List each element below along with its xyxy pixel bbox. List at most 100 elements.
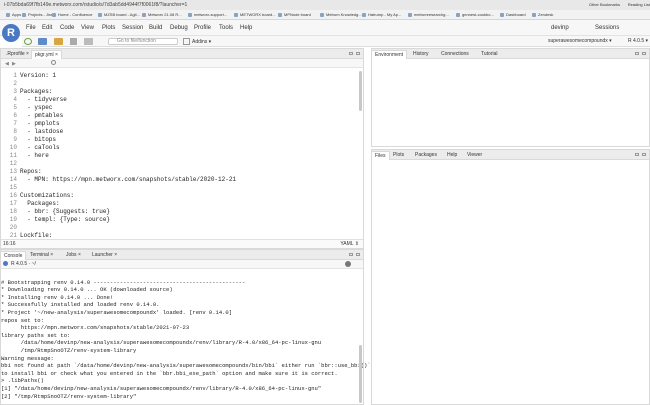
code-line[interactable]: - bbr: {Suggests: true} [20,208,110,216]
code-line[interactable]: - MPN: https://mpn.metworx.com/snapshots… [20,176,236,184]
back-icon[interactable]: ◀ [5,61,9,67]
open-file-icon[interactable] [54,38,63,45]
other-bookmarks[interactable]: Other Bookmarks [589,1,620,9]
bookmark-item[interactable]: Projects - Jira [22,11,52,19]
menu-tools[interactable]: Tools [219,25,233,31]
tab-tutorial[interactable]: Tutorial [478,50,501,59]
user-menu[interactable]: devinp [551,25,569,31]
menu-build[interactable]: Build [149,25,162,31]
maximize-files-icon[interactable] [642,153,646,156]
minimize-files-icon[interactable] [635,153,639,156]
bookmark-item[interactable]: METWORX board... [234,11,276,19]
bookmark-item[interactable]: Home - Confluence [52,11,92,19]
user-label: devinp [551,25,569,31]
bookmark-item[interactable]: MZSB board - Agil... [98,11,140,19]
code-line[interactable]: - caTools [20,144,59,152]
save-icon[interactable] [70,38,77,45]
tab-history[interactable]: History [410,50,432,59]
goto-file-input[interactable]: Go to file/function [108,38,178,45]
minimize-editor-icon[interactable] [349,52,353,55]
new-project-icon[interactable] [38,38,47,45]
menu-profile[interactable]: Profile [194,25,211,31]
bookmark-item[interactable]: Apps [6,11,21,19]
tab-environment[interactable]: Environment [371,50,408,59]
bookmark-item[interactable]: MPNode board [278,11,311,19]
console-scrollbar[interactable] [359,345,362,403]
code-line[interactable]: - bitops [20,136,56,144]
line-number: 1 [13,72,17,79]
clear-console-icon[interactable] [345,261,351,267]
menu-help[interactable]: Help [240,25,252,31]
addins-label: Addins [192,39,208,45]
reading-list[interactable]: Reading List [628,1,650,9]
bookmark-item[interactable]: metrumresearchg... [408,11,449,19]
code-line[interactable]: Packages: [20,200,59,208]
browser-url[interactable]: i-07b5bda69f7fb149e.metworx.com/rstudio/… [0,1,187,9]
tab-jobs-label: Jobs [66,252,77,258]
addins-menu[interactable]: Addins ▾ [192,39,211,45]
code-line[interactable]: - yspec [20,104,52,112]
tab-terminal[interactable]: Terminal × [27,251,56,260]
code-line[interactable]: - tidyverse [20,96,67,104]
bookmark-item[interactable]: gennest-cookbo... [456,11,494,19]
tab-rprofile-label: .Rprofile [6,51,25,57]
menu-debug[interactable]: Debug [170,25,188,31]
menu-file[interactable]: File [26,25,36,31]
code-line[interactable]: Version: 1 [20,72,56,80]
tab-launcher[interactable]: Launcher × [89,251,120,260]
line-number: 5 [13,104,17,111]
tab-files[interactable]: Files [371,151,390,160]
line-number: 6 [13,112,17,119]
project-menu[interactable]: superawesomecompoundx ▾ [548,38,612,44]
menu-plots[interactable]: Plots [102,25,115,31]
r-version[interactable]: R 4.0.5 ▾ [628,38,648,44]
console-working-dir[interactable]: R 4.0.5 · ~/ [11,261,36,267]
forward-icon[interactable]: ▶ [12,61,16,67]
r-version-label: R 4.0.5 [628,38,645,44]
menu-view[interactable]: View [81,25,94,31]
bookmark-item[interactable]: Metworx 21.08 R... [142,11,182,19]
code-line[interactable]: - lastdose [20,128,63,136]
code-line[interactable]: Repos: [20,168,42,176]
tab-pkgr-yml[interactable]: pkgr.yml × [31,50,62,59]
tab-packages[interactable]: Packages [412,151,440,160]
tab-console[interactable]: Console [0,251,27,260]
bookmark-item[interactable]: Zendesk [532,11,553,19]
bookmark-item[interactable]: Metrum Knowledg... [320,11,362,19]
tab-rprofile[interactable]: .Rprofile × [3,50,32,59]
editor-scrollbar[interactable] [359,71,362,111]
maximize-env-icon[interactable] [642,52,646,55]
minimize-console-icon[interactable] [349,253,353,256]
sessions-button[interactable]: Sessions [595,25,619,31]
tab-viewer[interactable]: Viewer [464,151,485,160]
tab-plots[interactable]: Plots [390,151,407,160]
search-icon[interactable] [51,60,56,65]
code-line[interactable]: - pmplots [20,120,59,128]
tab-environment-label: Environment [375,52,404,58]
tab-jobs[interactable]: Jobs × [63,251,84,260]
code-line[interactable]: - here [20,152,49,160]
new-file-icon[interactable] [24,38,32,45]
code-line[interactable]: Packages: [20,88,52,96]
save-all-icon[interactable] [84,38,93,45]
bookmark-item[interactable]: Hatrump - My Ap... [362,11,401,19]
code-line[interactable]: - pmtables [20,112,63,120]
menu-session[interactable]: Session [122,25,143,31]
editor-toolbar: ◀ ▶ [1,59,363,68]
menu-code[interactable]: Code [60,25,74,31]
file-type[interactable]: YAML ⇕ [340,240,359,248]
code-line[interactable]: Customizations: [20,192,74,200]
maximize-console-icon[interactable] [356,253,360,256]
code-line[interactable]: - templ: {Type: source} [20,216,110,224]
grid-icon[interactable] [183,38,190,45]
tab-help[interactable]: Help [444,151,460,160]
tab-help-label: Help [447,152,458,158]
minimize-env-icon[interactable] [635,52,639,55]
maximize-editor-icon[interactable] [356,52,360,55]
bookmark-item[interactable]: metworx-support... [188,11,227,19]
bookmark-item[interactable]: Dashboard [500,11,526,19]
tab-connections[interactable]: Connections [438,50,472,59]
menu-edit[interactable]: Edit [42,25,52,31]
editor-pane: .Rprofile × pkgr.yml × ◀ ▶ 1 Version: 123… [0,48,364,249]
line-number: 18 [9,208,17,215]
